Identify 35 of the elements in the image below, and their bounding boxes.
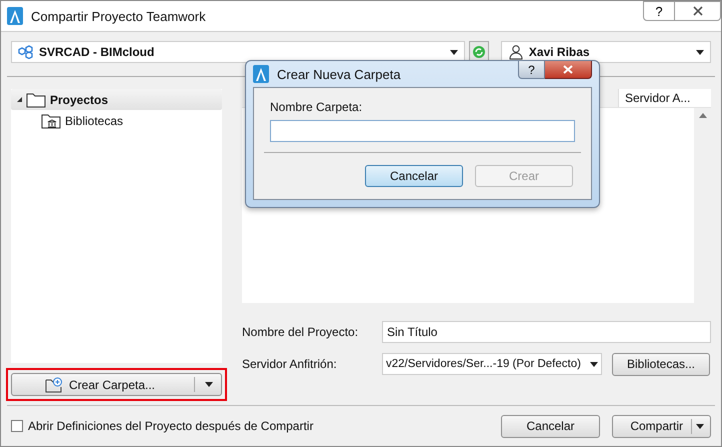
app-logo-icon xyxy=(253,65,269,83)
close-icon xyxy=(563,65,573,74)
checkbox[interactable] xyxy=(11,420,23,432)
refresh-icon xyxy=(472,45,486,59)
libraries-button[interactable]: Bibliotecas... xyxy=(612,352,710,376)
column-header[interactable]: Servidor A... xyxy=(618,89,711,107)
folder-name-field[interactable] xyxy=(270,120,575,142)
server-dropdown[interactable]: SVRCAD - BIMcloud xyxy=(11,41,465,63)
dialog-button[interactable]: Cancelar xyxy=(365,165,463,187)
share-button[interactable]: Compartir xyxy=(612,414,711,438)
close-icon xyxy=(692,6,702,16)
app-logo-icon xyxy=(7,7,23,25)
new-folder-icon xyxy=(44,376,63,392)
field-label: Servidor Anfitrión: xyxy=(242,357,338,371)
dialog-title: Crear Nueva Carpeta xyxy=(277,66,401,82)
checkbox-label: Abrir Definiciones del Proyecto después de Compartir xyxy=(28,419,314,433)
field-label: Nombre del Proyecto: xyxy=(242,325,360,339)
host-server-dropdown[interactable]: v22/Servidores/Ser...-19 (Por Defecto) xyxy=(382,353,602,375)
folder-icon xyxy=(26,92,46,108)
help-button[interactable]: ? xyxy=(518,61,545,79)
tree-item[interactable]: Proyectos xyxy=(11,89,222,110)
user-dropdown[interactable]: Xavi Ribas xyxy=(500,41,711,63)
window-title: Compartir Proyecto Teamwork xyxy=(31,8,207,24)
create-folder-button[interactable]: Crear Carpeta... xyxy=(11,373,222,396)
close-button[interactable] xyxy=(545,61,592,79)
person-icon xyxy=(508,44,524,60)
cancel-button[interactable]: Cancelar xyxy=(501,414,600,438)
scroll-up-icon xyxy=(698,113,706,118)
tree-item[interactable]: Bibliotecas xyxy=(11,110,222,131)
library-folder-icon xyxy=(41,112,61,128)
help-button[interactable]: ? xyxy=(643,1,675,21)
field-label: Nombre Carpeta: xyxy=(270,100,364,114)
close-button[interactable] xyxy=(675,1,721,21)
network-icon xyxy=(18,45,34,59)
project-name-field[interactable]: Sin Título xyxy=(382,321,711,343)
